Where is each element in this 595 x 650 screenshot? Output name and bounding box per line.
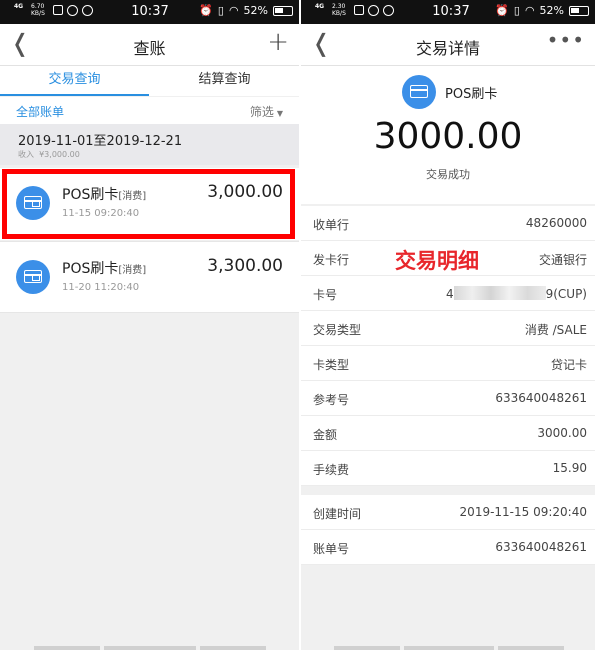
network-indicator: 4G: [315, 3, 325, 10]
battery-icon: [273, 5, 293, 16]
transaction-amount: 3000.00: [373, 116, 523, 157]
sync-icon: [383, 5, 394, 16]
transaction-amount: 3,300.00: [207, 256, 283, 276]
nav-bar: ❬ 查账 +: [0, 24, 299, 66]
tab-bar: 交易查询 结算查询: [0, 66, 299, 96]
chat-icon: [67, 5, 78, 16]
detail-row: 收单行 48260000: [301, 206, 595, 241]
chat-icon: [368, 5, 379, 16]
detail-row: 金额 3000.00: [301, 416, 595, 451]
detail-row: 创建时间 2019-11-15 09:20:40: [301, 495, 595, 530]
alarm-icon: ⏰: [199, 4, 213, 17]
detail-row: 手续费 15.90: [301, 451, 595, 486]
network-speed: 6.70 KB/S: [31, 3, 45, 17]
tab-transaction-query[interactable]: 交易查询: [0, 66, 149, 96]
battery-icon: [569, 5, 589, 16]
highlight-box: [2, 169, 295, 239]
network-indicator: 4G: [14, 3, 24, 10]
photo-icon: [53, 5, 63, 15]
card-icon: [16, 260, 50, 294]
income-summary: 收入 ¥3,000.00: [18, 150, 80, 159]
card-icon: [402, 75, 436, 109]
bottom-nav-indicator: [0, 646, 299, 650]
wifi-icon: ◠: [524, 4, 535, 17]
page-title: 查账: [133, 39, 166, 58]
clock: 10:37: [131, 4, 169, 19]
all-bills-link[interactable]: 全部账单: [16, 103, 64, 120]
date-range-header: 2019-11-01至2019-12-21 收入 ¥3,000.00: [0, 124, 299, 165]
add-plus-icon[interactable]: +: [267, 28, 289, 56]
date-range: 2019-11-01至2019-12-21: [18, 134, 183, 149]
filter-bar: 全部账单 筛选 ▼: [0, 97, 299, 124]
card-number: 4 9(CUP): [445, 286, 587, 301]
transaction-row[interactable]: POS刷卡[消费] 11-20 11:20:40 3,300.00: [0, 241, 299, 313]
detail-screen: 4G 2.30 KB/S 10:37 ⏰ ▯ ◠ 52% ❬ 交易详情 ••• P…: [301, 0, 595, 650]
filter-button[interactable]: 筛选 ▼: [250, 103, 283, 120]
battery-percent: 52%: [539, 4, 564, 17]
bottom-nav-indicator: [301, 646, 595, 650]
photo-icon: [354, 5, 364, 15]
status-bar: 4G 6.70 KB/S 10:37 ⏰ ▯ ◠ 52%: [0, 0, 299, 24]
transaction-name: POS刷卡: [445, 87, 498, 102]
detail-row: 卡类型 贷记卡: [301, 346, 595, 381]
alarm-icon: ⏰: [495, 4, 509, 17]
transaction-status: 交易成功: [426, 168, 470, 181]
caret-down-icon: ▼: [276, 109, 283, 118]
transaction-time: 11-20 11:20:40: [62, 282, 140, 293]
battery-percent: 52%: [243, 4, 268, 17]
detail-row: 交易类型 消费 /SALE: [301, 311, 595, 346]
network-speed: 2.30 KB/S: [332, 3, 346, 17]
annotation-label: 交易明细: [395, 249, 479, 273]
transaction-summary: POS刷卡 3000.00 交易成功: [301, 66, 595, 204]
list-screen: 4G 6.70 KB/S 10:37 ⏰ ▯ ◠ 52% ❬ 查账 + 交易查询 …: [0, 0, 299, 650]
vibrate-icon: ▯: [513, 4, 520, 17]
nav-bar: ❬ 交易详情 •••: [301, 24, 595, 66]
transaction-name: POS刷卡[消费]: [62, 261, 147, 277]
detail-row: 账单号 633640048261: [301, 530, 595, 565]
status-bar: 4G 2.30 KB/S 10:37 ⏰ ▯ ◠ 52%: [301, 0, 595, 24]
vibrate-icon: ▯: [217, 4, 224, 17]
tab-settlement-query[interactable]: 结算查询: [150, 66, 299, 96]
more-icon[interactable]: •••: [547, 28, 585, 52]
clock: 10:37: [432, 4, 470, 19]
sync-icon: [82, 5, 93, 16]
detail-row: 卡号 4 9(CUP): [301, 276, 595, 311]
wifi-icon: ◠: [228, 4, 239, 17]
card-number-mask: [453, 286, 546, 300]
detail-row: 参考号 633640048261: [301, 381, 595, 416]
